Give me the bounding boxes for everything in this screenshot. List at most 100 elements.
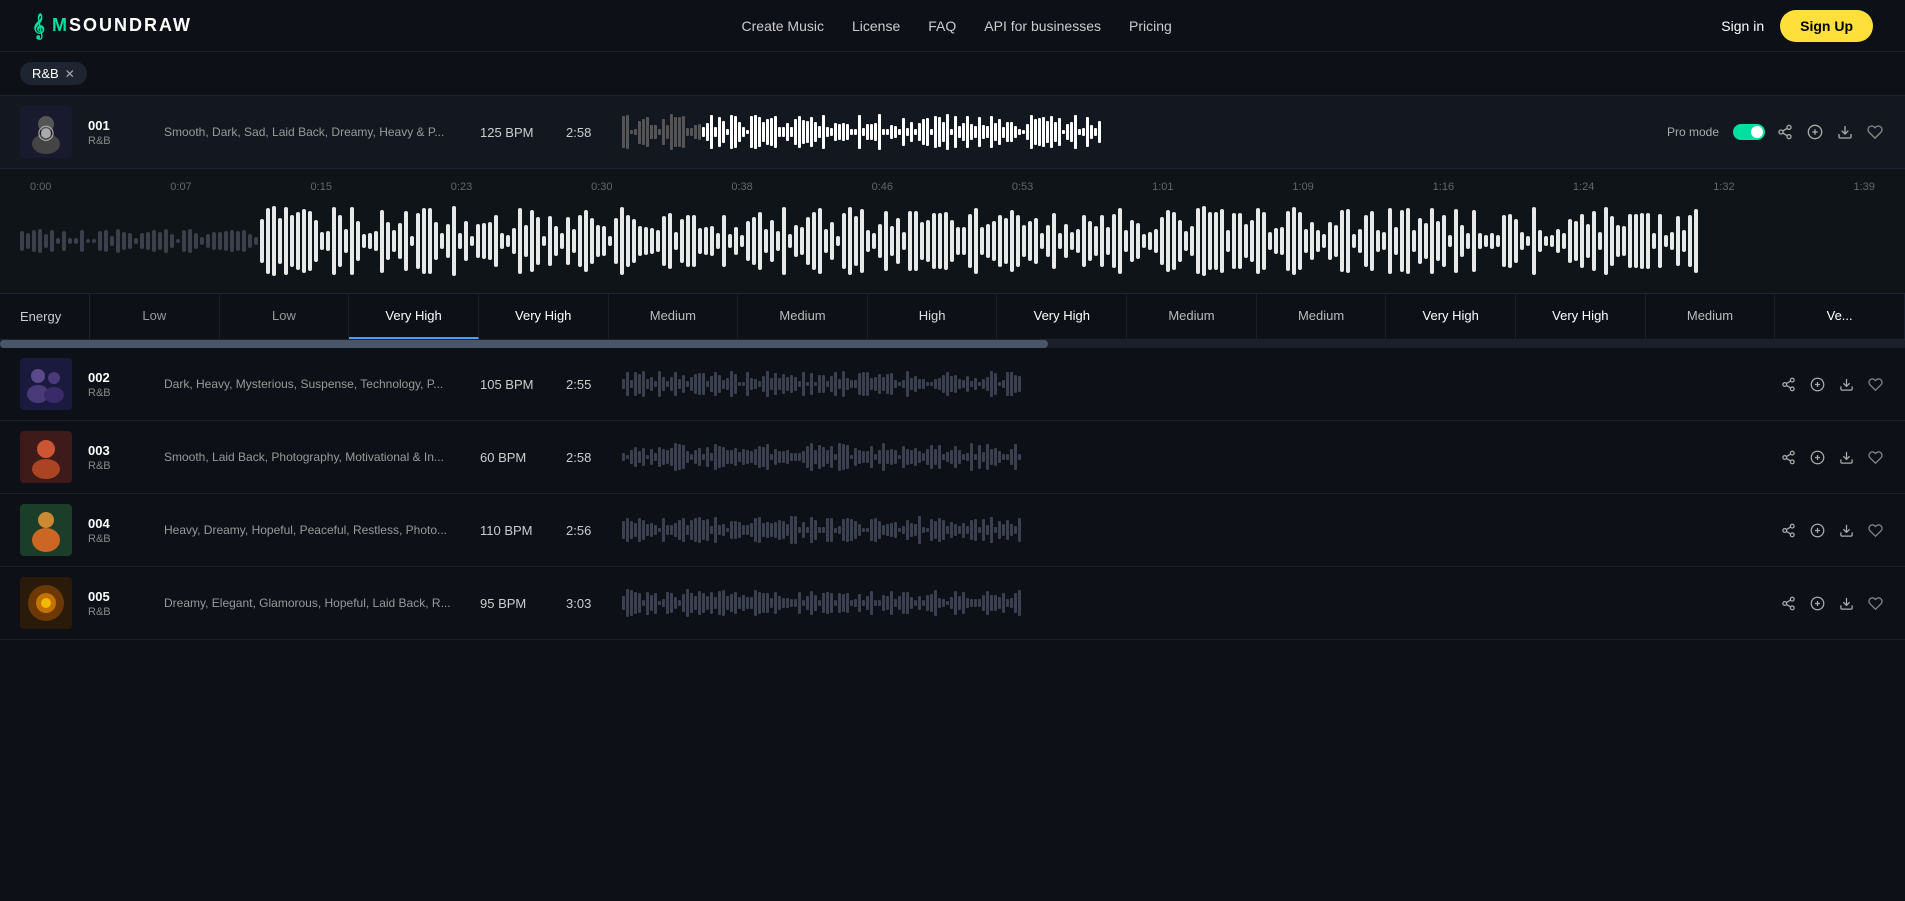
energy-cell-8[interactable]: Medium (1127, 294, 1257, 339)
track-share-button[interactable] (1779, 521, 1798, 540)
rnb-tag-chip[interactable]: R&B ✕ (20, 62, 87, 85)
track-actions-005 (1779, 594, 1885, 613)
favorite-button[interactable] (1865, 122, 1885, 142)
signup-button[interactable]: Sign Up (1780, 10, 1873, 42)
track-share-button[interactable] (1779, 375, 1798, 394)
waveform-big[interactable] (20, 201, 1885, 281)
energy-cell-2[interactable]: Very High (349, 294, 479, 339)
download-button[interactable] (1835, 122, 1855, 142)
track-actions-004 (1779, 521, 1885, 540)
nav-pricing[interactable]: Pricing (1129, 18, 1172, 34)
nav-create-music[interactable]: Create Music (742, 18, 824, 34)
active-track-tags: Smooth, Dark, Sad, Laid Back, Dreamy, He… (164, 125, 464, 139)
close-tag-icon[interactable]: ✕ (65, 67, 75, 81)
tag-label: R&B (32, 66, 59, 81)
track-tags-004: Heavy, Dreamy, Hopeful, Peaceful, Restle… (164, 523, 464, 537)
scrollbar-thumb[interactable] (0, 340, 1048, 348)
track-tags-003: Smooth, Laid Back, Photography, Motivati… (164, 450, 464, 464)
track-download-button[interactable] (1837, 594, 1856, 613)
track-genre: R&B (88, 387, 148, 399)
track-edit-button[interactable] (1808, 594, 1827, 613)
active-track-row: 001 R&B Smooth, Dark, Sad, Laid Back, Dr… (0, 96, 1905, 169)
active-track-number: 001 (88, 118, 148, 133)
track-download-button[interactable] (1837, 448, 1856, 467)
track-row-004[interactable]: 004 R&B Heavy, Dreamy, Hopeful, Peaceful, … (0, 494, 1905, 567)
share-button[interactable] (1775, 122, 1795, 142)
waveform-detail-section: 0:000:070:150:230:300:380:460:531:011:09… (0, 169, 1905, 294)
nav-api[interactable]: API for businesses (984, 18, 1101, 34)
energy-cell-4[interactable]: Medium (609, 294, 739, 339)
track-row-005[interactable]: 005R&BDreamy, Elegant, Glamorous, Hopefu… (0, 567, 1905, 640)
timeline-marker: 1:39 (1853, 181, 1874, 193)
track-share-button[interactable] (1779, 594, 1798, 613)
track-edit-button[interactable] (1808, 375, 1827, 394)
track-bpm-003: 60 BPM (480, 450, 550, 465)
track-info-003: 003R&B (88, 443, 148, 472)
edit-button[interactable] (1805, 122, 1825, 142)
track-tags-002: Dark, Heavy, Mysterious, Suspense, Techn… (164, 377, 464, 391)
track-share-button[interactable] (1779, 448, 1798, 467)
track-edit-button[interactable] (1808, 448, 1827, 467)
track-genre: R&B (88, 460, 148, 472)
track-download-button[interactable] (1837, 521, 1856, 540)
active-track-thumbnail[interactable] (20, 106, 72, 158)
energy-cell-0[interactable]: Low (90, 294, 220, 339)
active-track-bpm: 125 BPM (480, 125, 550, 140)
timeline-marker: 0:53 (1012, 181, 1033, 193)
energy-cell-1[interactable]: Low (220, 294, 350, 339)
track-actions-002 (1779, 375, 1885, 394)
track-download-button[interactable] (1837, 375, 1856, 394)
track-duration-005: 3:03 (566, 596, 606, 611)
track-duration-004: 2:56 (566, 523, 606, 538)
timeline-marker: 1:09 (1292, 181, 1313, 193)
track-info-002: 002R&B (88, 370, 148, 399)
track-actions-003 (1779, 448, 1885, 467)
active-track-info: 001 R&B (88, 118, 148, 147)
track-favorite-button[interactable] (1866, 594, 1885, 613)
track-favorite-button[interactable] (1866, 375, 1885, 394)
energy-cell-11[interactable]: Very High (1516, 294, 1646, 339)
active-track-duration: 2:58 (566, 125, 606, 140)
track-genre: R&B (88, 606, 148, 618)
signin-button[interactable]: Sign in (1721, 18, 1764, 34)
nav-links: Create Music License FAQ API for busines… (742, 18, 1172, 34)
nav-auth: Sign in Sign Up (1721, 10, 1873, 42)
timeline-marker: 0:38 (731, 181, 752, 193)
energy-cell-5[interactable]: Medium (738, 294, 868, 339)
track-bpm-002: 105 BPM (480, 377, 550, 392)
track-row-002[interactable]: 002R&B Dark, Heavy, Mysterious, Suspense,… (0, 348, 1905, 421)
track-info-004: 004 R&B (88, 516, 148, 545)
track-number: 005 (88, 589, 148, 604)
track-favorite-button[interactable] (1866, 521, 1885, 540)
energy-row: Energy LowLowVery HighVery HighMediumMed… (0, 294, 1905, 340)
track-edit-button[interactable] (1808, 521, 1827, 540)
timeline-marker: 0:15 (311, 181, 332, 193)
track-favorite-button[interactable] (1866, 448, 1885, 467)
track-bpm-005: 95 BPM (480, 596, 550, 611)
track-row-003[interactable]: 003R&B Smooth, Laid Back, Photography, Mo… (0, 421, 1905, 494)
active-track-waveform[interactable] (622, 112, 1635, 152)
timeline-marker: 0:23 (451, 181, 472, 193)
track-waveform-003 (622, 441, 1763, 473)
track-duration-003: 2:58 (566, 450, 606, 465)
energy-cell-9[interactable]: Medium (1257, 294, 1387, 339)
logo[interactable]: 𝄞 MSOUNDRAW (32, 13, 192, 39)
track-number: 004 (88, 516, 148, 531)
pro-mode-toggle[interactable] (1733, 124, 1765, 140)
energy-cell-7[interactable]: Very High (997, 294, 1127, 339)
energy-cell-3[interactable]: Very High (479, 294, 609, 339)
track-genre: R&B (88, 533, 148, 545)
nav-license[interactable]: License (852, 18, 900, 34)
track-bpm-004: 110 BPM (480, 523, 550, 538)
nav-faq[interactable]: FAQ (928, 18, 956, 34)
energy-cell-10[interactable]: Very High (1386, 294, 1516, 339)
energy-cell-12[interactable]: Medium (1646, 294, 1776, 339)
track-waveform-002 (622, 368, 1763, 400)
energy-cell-13[interactable]: Ve... (1775, 294, 1905, 339)
energy-label: Energy (0, 294, 90, 339)
energy-cell-6[interactable]: High (868, 294, 998, 339)
timeline-marker: 1:01 (1152, 181, 1173, 193)
track-info-005: 005 R&B (88, 589, 148, 618)
horizontal-scrollbar[interactable] (0, 340, 1905, 348)
waveform-timeline: 0:000:070:150:230:300:380:460:531:011:09… (20, 181, 1885, 193)
